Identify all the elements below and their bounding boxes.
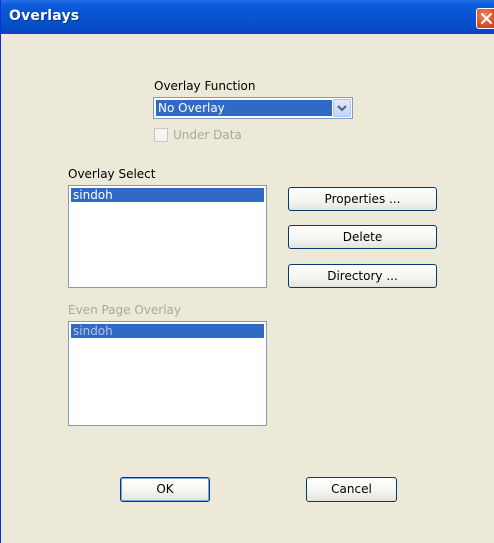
even-page-overlay-label: Even Page Overlay (68, 303, 182, 317)
delete-button-label: Delete (342, 230, 383, 244)
overlay-select-list[interactable]: sindoh (68, 185, 267, 288)
list-item[interactable]: sindoh (71, 188, 264, 202)
close-icon (481, 13, 492, 24)
cancel-button-label: Cancel (331, 482, 372, 496)
under-data-checkbox[interactable] (154, 128, 168, 142)
title-bar[interactable]: Overlays (1, 0, 494, 34)
under-data-label: Under Data (173, 128, 242, 142)
ok-button-label: OK (156, 482, 174, 496)
directory-button-label: Directory ... (327, 269, 398, 283)
overlay-function-dropdown[interactable]: No Overlay (153, 97, 353, 119)
even-page-overlay-list[interactable]: sindoh (68, 321, 267, 426)
overlay-function-value: No Overlay (156, 100, 332, 116)
chevron-down-icon (337, 105, 347, 112)
properties-button-label: Properties ... (324, 192, 401, 206)
list-item: sindoh (71, 324, 264, 338)
cancel-button[interactable]: Cancel (306, 477, 397, 502)
overlay-function-label: Overlay Function (154, 79, 256, 93)
delete-button[interactable]: Delete (288, 225, 437, 249)
overlays-dialog: Overlays Overlay Function No Overlay Und… (0, 0, 494, 543)
overlay-select-label: Overlay Select (68, 167, 156, 181)
window-title: Overlays (9, 8, 80, 24)
properties-button[interactable]: Properties ... (288, 187, 437, 211)
ok-button[interactable]: OK (120, 477, 210, 502)
close-button[interactable] (476, 8, 494, 29)
dropdown-button[interactable] (333, 99, 351, 117)
directory-button[interactable]: Directory ... (288, 264, 437, 288)
